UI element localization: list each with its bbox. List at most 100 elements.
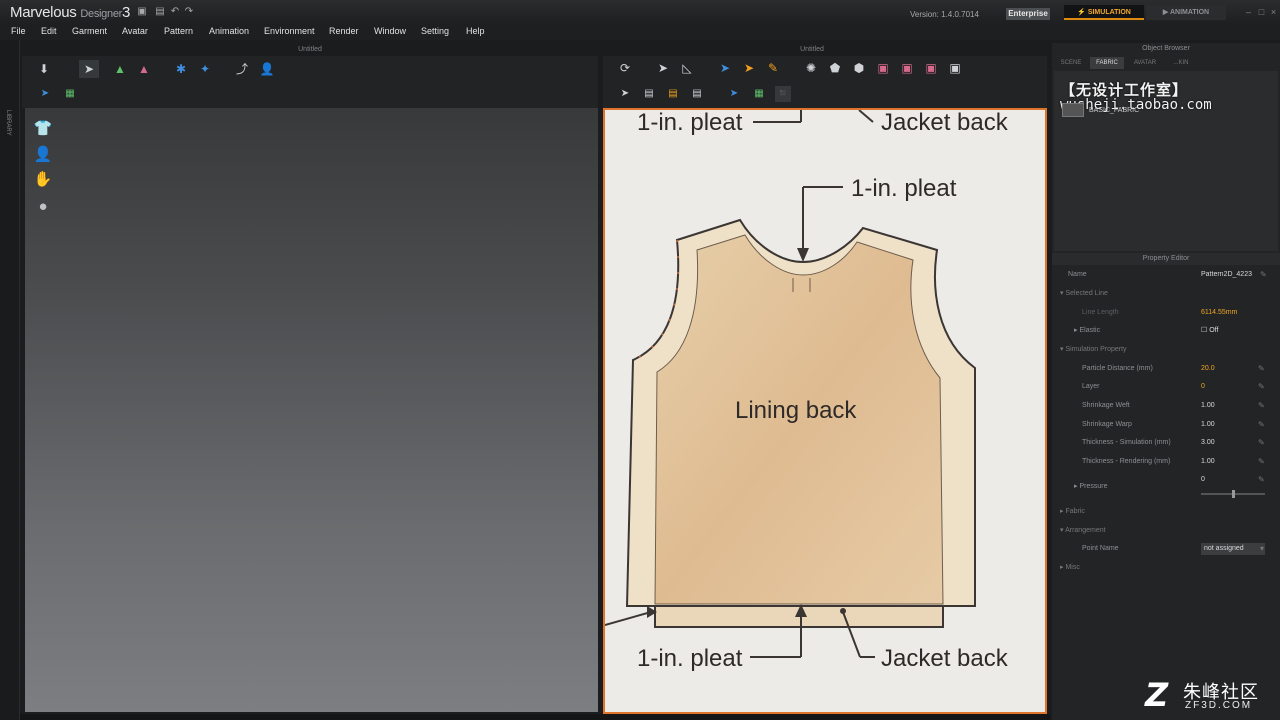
prop-elastic-value[interactable]: ☐ Off bbox=[1201, 322, 1218, 340]
garment-green-icon[interactable]: ▲ bbox=[110, 60, 130, 78]
simulate-dropdown-icon[interactable]: ⬇ bbox=[34, 60, 54, 78]
status-bar bbox=[20, 714, 1050, 720]
transform-pattern-icon[interactable]: ◺ bbox=[677, 59, 697, 77]
zf3d-logo-mark: Z bbox=[1145, 676, 1169, 714]
redo-icon[interactable]: ↷ bbox=[184, 7, 194, 17]
prop-shrink-warp-value[interactable]: 1.00 bbox=[1201, 416, 1215, 434]
simulation-mode-button[interactable]: ⚡ SIMULATION bbox=[1064, 5, 1144, 20]
texture-select-icon[interactable]: ➤ bbox=[726, 86, 742, 102]
edit-curve-icon[interactable]: ➤ bbox=[715, 59, 735, 77]
menu-file[interactable]: File bbox=[11, 26, 26, 36]
prop-layer-edit-icon[interactable]: ✎ bbox=[1258, 378, 1265, 396]
menu-setting[interactable]: Setting bbox=[421, 26, 449, 36]
prop-thick-render-edit-icon[interactable]: ✎ bbox=[1258, 453, 1265, 471]
prop-shrink-weft-edit-icon[interactable]: ✎ bbox=[1258, 397, 1265, 415]
circle-icon[interactable]: ⬢ bbox=[849, 59, 869, 77]
select-move-tool-icon[interactable]: ➤ bbox=[79, 60, 99, 78]
menu-window[interactable]: Window bbox=[374, 26, 406, 36]
label-top-right-jacket: Jacket back bbox=[881, 110, 1009, 136]
arrange-tool-icon[interactable]: ⤴ bbox=[232, 60, 252, 78]
menu-render[interactable]: Render bbox=[329, 26, 359, 36]
internal-circle-icon[interactable]: ▣ bbox=[921, 59, 941, 77]
open-folder-icon[interactable]: ▤ bbox=[155, 7, 165, 17]
close-icon[interactable]: × bbox=[1269, 8, 1278, 17]
texture-transform-icon[interactable]: ◾ bbox=[775, 86, 791, 102]
garment-red-icon[interactable]: ▲ bbox=[134, 60, 154, 78]
fold-sewing-icon[interactable]: ▤ bbox=[689, 86, 705, 102]
tab-skin[interactable]: ...KIN bbox=[1166, 57, 1196, 69]
dart-icon[interactable]: ▣ bbox=[945, 59, 965, 77]
rectangle-icon[interactable]: ⬟ bbox=[825, 59, 845, 77]
tack-tool-icon[interactable]: ✱ bbox=[171, 60, 191, 78]
section-misc[interactable]: ▸ Misc bbox=[1052, 559, 1280, 577]
hand-icon[interactable]: ✋ bbox=[33, 170, 53, 190]
edit-sewing-icon[interactable]: ▤ bbox=[665, 86, 681, 102]
internal-polygon-icon[interactable]: ▣ bbox=[873, 59, 893, 77]
head-icon[interactable]: ● bbox=[33, 197, 53, 217]
avatar-tool-icon[interactable]: 👤 bbox=[257, 60, 277, 78]
maximize-icon[interactable]: □ bbox=[1257, 8, 1266, 17]
segment-sewing-icon[interactable]: ➤ bbox=[617, 86, 633, 102]
prop-thick-sim-edit-icon[interactable]: ✎ bbox=[1258, 434, 1265, 452]
prop-name-edit-icon[interactable]: ✎ bbox=[1260, 266, 1267, 284]
prop-line-length-label: Line Length bbox=[1082, 309, 1119, 316]
shirt-icon[interactable]: 👕 bbox=[33, 119, 53, 139]
point-name-dropdown-icon[interactable]: ▾ bbox=[1260, 540, 1264, 558]
section-simulation-property[interactable]: ▾ Simulation Property bbox=[1052, 341, 1280, 359]
pane-2d-title: Untitled bbox=[800, 46, 824, 53]
point-name-select[interactable]: not assigned bbox=[1201, 543, 1265, 555]
select-3d-small-icon[interactable]: ➤ bbox=[37, 86, 53, 102]
object-browser-list[interactable]: 【无设计工作室】 wusheji.taobao.com BASIC_FABRIC bbox=[1054, 71, 1278, 251]
pin-tool-icon[interactable]: ✦ bbox=[195, 60, 215, 78]
tab-avatar[interactable]: AVATAR bbox=[1126, 57, 1164, 69]
edit-pattern-icon[interactable]: ➤ bbox=[653, 59, 673, 77]
texture-grid-icon[interactable]: ▦ bbox=[751, 86, 767, 102]
prop-line-length-value[interactable]: 6114.55mm bbox=[1201, 304, 1237, 322]
menu-pattern[interactable]: Pattern bbox=[164, 26, 193, 36]
tab-scene[interactable]: SCENE bbox=[1054, 57, 1088, 69]
prop-thick-sim-value[interactable]: 3.00 bbox=[1201, 434, 1215, 452]
menu-animation[interactable]: Animation bbox=[209, 26, 249, 36]
refresh-icon[interactable]: ⟳ bbox=[615, 59, 635, 77]
free-sewing-icon[interactable]: ▤ bbox=[641, 86, 657, 102]
undo-icon[interactable]: ↶ bbox=[170, 7, 180, 17]
prop-layer-value[interactable]: 0 bbox=[1201, 378, 1205, 396]
prop-shrink-warp-edit-icon[interactable]: ✎ bbox=[1258, 416, 1265, 434]
add-point-icon[interactable]: ➤ bbox=[739, 59, 759, 77]
prop-particle-value[interactable]: 20.0 bbox=[1201, 360, 1215, 378]
prop-pressure-value[interactable]: 0 bbox=[1201, 471, 1205, 489]
menu-avatar[interactable]: Avatar bbox=[122, 26, 148, 36]
curve-point-icon[interactable]: ✎ bbox=[763, 59, 783, 77]
viewport-3d[interactable]: 👕 👤 ✋ ● bbox=[25, 108, 598, 712]
prop-name-value[interactable]: Pattern2D_4223 bbox=[1201, 266, 1252, 284]
animation-mode-button[interactable]: ▶ ANIMATION bbox=[1146, 5, 1226, 20]
pressure-slider-handle[interactable] bbox=[1232, 490, 1235, 498]
fabric-thumbnail[interactable] bbox=[1062, 103, 1084, 117]
section-fabric[interactable]: ▸ Fabric bbox=[1052, 503, 1280, 521]
section-selected-line[interactable]: ▾ Selected Line bbox=[1052, 285, 1280, 303]
save-icon[interactable]: ▣ bbox=[137, 7, 147, 17]
viewport-2d[interactable]: 1-in. pleat Jacket back 1-in. pleat Lini… bbox=[603, 108, 1047, 714]
tab-fabric[interactable]: FABRIC bbox=[1090, 57, 1124, 69]
version-text: Version: 1.4.0.7014 bbox=[910, 10, 979, 19]
fabric-item-name[interactable]: BASIC_FABRIC bbox=[1089, 107, 1139, 114]
menu-environment[interactable]: Environment bbox=[264, 26, 315, 36]
minimize-icon[interactable]: – bbox=[1244, 8, 1253, 17]
menu-help[interactable]: Help bbox=[466, 26, 485, 36]
prop-shrink-weft-value[interactable]: 1.00 bbox=[1201, 397, 1215, 415]
object-browser-tabs: SCENE FABRIC AVATAR ...KIN bbox=[1052, 57, 1280, 69]
prop-layer-label: Layer bbox=[1082, 383, 1100, 390]
menu-edit[interactable]: Edit bbox=[41, 26, 57, 36]
prop-pressure-edit-icon[interactable]: ✎ bbox=[1258, 471, 1265, 489]
polygon-icon[interactable]: ✺ bbox=[801, 59, 821, 77]
section-arrangement[interactable]: ▾ Arrangement bbox=[1052, 522, 1280, 540]
library-strip[interactable]: LIBRARY bbox=[0, 40, 20, 720]
menu-garment[interactable]: Garment bbox=[72, 26, 107, 36]
prop-thick-sim-label: Thickness - Simulation (mm) bbox=[1082, 439, 1171, 446]
zf3d-logo-domain: ZF3D.COM bbox=[1185, 700, 1253, 711]
avatar-icon[interactable]: 👤 bbox=[33, 145, 53, 165]
internal-rectangle-icon[interactable]: ▣ bbox=[897, 59, 917, 77]
prop-particle-edit-icon[interactable]: ✎ bbox=[1258, 360, 1265, 378]
prop-thick-render-value[interactable]: 1.00 bbox=[1201, 453, 1215, 471]
grid-3d-small-icon[interactable]: ▦ bbox=[62, 86, 78, 102]
